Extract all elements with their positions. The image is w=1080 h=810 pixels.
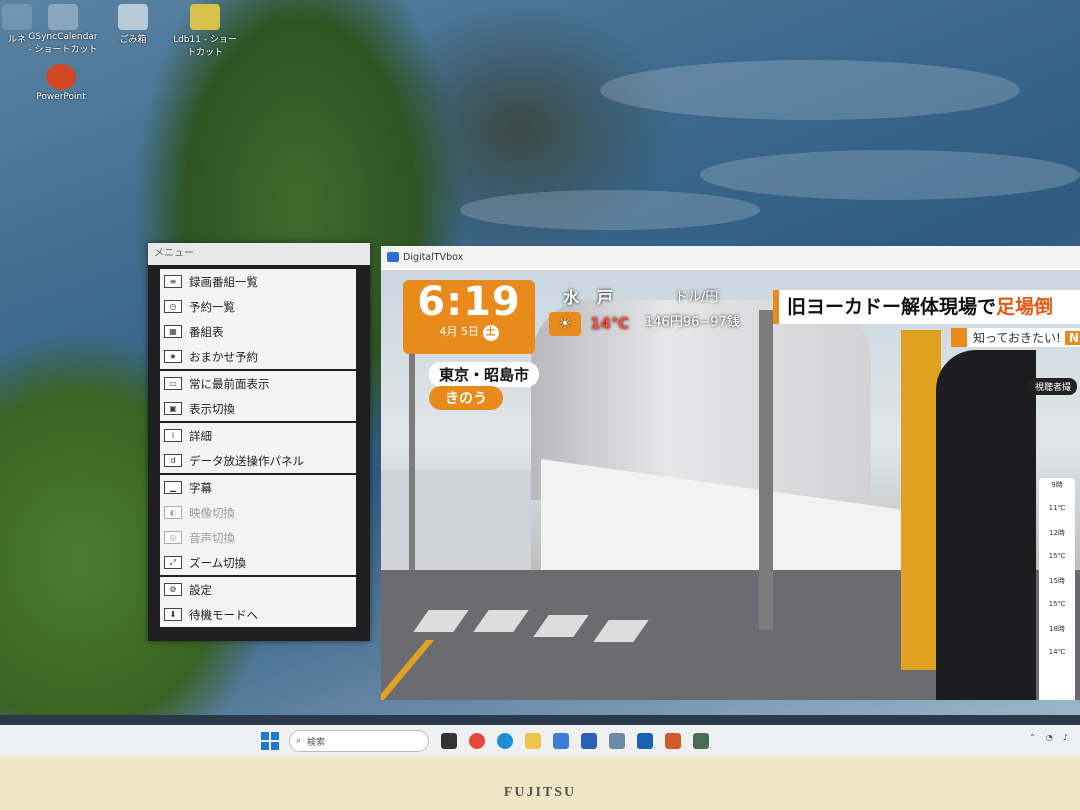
menu-item-auto-reserve[interactable]: ★ おまかせ予約 bbox=[160, 344, 356, 369]
gear-icon: ⚙ bbox=[164, 583, 182, 596]
folder-icon[interactable] bbox=[525, 733, 541, 749]
zoom-icon: ⤢ bbox=[164, 556, 182, 569]
menu-item-audio-switch[interactable]: ◎ 音声切換 bbox=[160, 525, 356, 550]
taskbar-search[interactable]: ⌕ 検索 bbox=[289, 730, 429, 752]
menu-group-av: ▁ 字幕 ◐ 映像切換 ◎ 音声切換 ⤢ ズーム切換 bbox=[160, 475, 356, 577]
chevron-up-icon[interactable]: ⌃ bbox=[1029, 733, 1036, 742]
windows-start-icon[interactable] bbox=[261, 732, 279, 750]
tv-video[interactable]: 6:19 4月 5日 土 水戸 ☀ 14℃ ドル/円 146円96−97銭 東京… bbox=[381, 270, 1080, 700]
menu-group-display: ▭ 常に最前面表示 ▣ 表示切換 bbox=[160, 371, 356, 423]
taskbar: ⌕ 検索 ⌃ ◔ ♪ bbox=[0, 725, 1080, 757]
new-badge: NEW bbox=[1064, 331, 1080, 345]
tv-window: DigitalTVbox 6:19 4月 5日 土 水戸 ☀ 14℃ ドル/円 … bbox=[381, 246, 1080, 700]
calendar-icon bbox=[48, 4, 78, 30]
menu-item-reservation-list[interactable]: ◷ 予約一覧 bbox=[160, 294, 356, 319]
desktop-icon-ldb11[interactable]: Ldb11 - ショートカット bbox=[170, 4, 240, 58]
tv-window-titlebar[interactable]: DigitalTVbox bbox=[381, 246, 1080, 268]
menu-title: メニュー bbox=[148, 243, 370, 265]
fx-label: ドル/円 bbox=[675, 290, 719, 305]
volume-icon[interactable]: ♪ bbox=[1063, 733, 1068, 742]
exchange-rate-overlay: ドル/円 146円96−97銭 bbox=[645, 286, 740, 330]
utility-pole bbox=[759, 310, 773, 630]
fx-rate: 146円96−97銭 bbox=[645, 315, 740, 330]
hourly-forecast-panel: 9時 11℃ 12時 15℃ 15時 15℃ 18時 14℃ bbox=[1039, 478, 1075, 700]
menu-item-recorded-list[interactable]: ≡ 録画番組一覧 bbox=[160, 269, 356, 294]
tv-menu-panel: メニュー ≡ 録画番組一覧 ◷ 予約一覧 ▦ 番組表 ★ おまかせ予約 ▭ 常に… bbox=[148, 243, 370, 641]
tv-icon[interactable] bbox=[637, 733, 653, 749]
data-broadcast-icon: d bbox=[164, 454, 182, 467]
display-switch-icon: ▣ bbox=[164, 402, 182, 415]
recorded-list-icon: ≡ bbox=[164, 275, 182, 288]
calendar-icon[interactable] bbox=[581, 733, 597, 749]
monitor-brand-logo: FUJITSU bbox=[503, 785, 577, 800]
tv-app-icon bbox=[387, 252, 399, 262]
system-tray[interactable]: ⌃ ◔ ♪ bbox=[1029, 733, 1068, 742]
menu-item-subtitles[interactable]: ▁ 字幕 bbox=[160, 475, 356, 500]
file-explorer-icon[interactable] bbox=[441, 733, 457, 749]
network-icon[interactable]: ◔ bbox=[1046, 733, 1053, 742]
weekday-badge: 土 bbox=[482, 325, 499, 341]
menu-item-standby[interactable]: ⬇ 待機モードへ bbox=[160, 602, 356, 627]
time-display: 6:19 bbox=[417, 279, 521, 325]
standby-icon: ⬇ bbox=[164, 608, 182, 621]
location-label: 東京・昭島市 bbox=[429, 362, 540, 387]
clock-overlay: 6:19 4月 5日 土 bbox=[403, 280, 535, 354]
store-icon[interactable] bbox=[693, 733, 709, 749]
utility-pole bbox=[409, 350, 415, 570]
menu-item-program-guide[interactable]: ▦ 番組表 bbox=[160, 319, 356, 344]
desktop-icon-powerpoint[interactable]: PowerPoint bbox=[26, 64, 96, 102]
weather-sun-cloud-icon: ☀ bbox=[549, 312, 581, 336]
menu-item-always-on-top[interactable]: ▭ 常に最前面表示 bbox=[160, 371, 356, 396]
weather-temp: 14℃ bbox=[590, 314, 630, 333]
menu-item-settings[interactable]: ⚙ 設定 bbox=[160, 577, 356, 602]
menu-item-video-switch[interactable]: ◐ 映像切換 bbox=[160, 500, 356, 525]
menu-list: ≡ 録画番組一覧 ◷ 予約一覧 ▦ 番組表 ★ おまかせ予約 ▭ 常に最前面表示 bbox=[160, 269, 356, 627]
menu-group-recording: ≡ 録画番組一覧 ◷ 予約一覧 ▦ 番組表 ★ おまかせ予約 bbox=[160, 269, 356, 371]
video-switch-icon: ◐ bbox=[164, 506, 182, 519]
info-icon: i bbox=[164, 429, 182, 442]
chrome-icon[interactable] bbox=[469, 733, 485, 749]
viewer-footage-label: 視聴者撮 bbox=[1029, 378, 1078, 395]
audio-switch-icon: ◎ bbox=[164, 531, 182, 544]
menu-item-display-switch[interactable]: ▣ 表示切換 bbox=[160, 396, 356, 421]
weather-city: 水戸 bbox=[563, 288, 632, 307]
building-left bbox=[381, 470, 531, 580]
menu-item-details[interactable]: i 詳細 bbox=[160, 423, 356, 448]
weather-overlay: 水戸 ☀ 14℃ bbox=[549, 284, 631, 336]
mail-icon[interactable] bbox=[553, 733, 569, 749]
date-display: 4月 5日 土 bbox=[403, 324, 535, 341]
menu-group-info: i 詳細 d データ放送操作パネル bbox=[160, 423, 356, 475]
always-on-top-icon: ▭ bbox=[164, 377, 182, 390]
tv-window-title: DigitalTVbox bbox=[403, 251, 464, 263]
menu-item-zoom[interactable]: ⤢ ズーム切換 bbox=[160, 550, 356, 575]
monitor-bezel: FUJITSU bbox=[0, 757, 1080, 810]
powerpoint-icon bbox=[46, 64, 76, 90]
yesterday-tag: きのう bbox=[429, 386, 503, 410]
edge-icon[interactable] bbox=[497, 733, 513, 749]
program-guide-icon: ▦ bbox=[164, 325, 182, 338]
desktop-icon-gsynccalendar[interactable]: GSyncCalendar - ショートカット bbox=[28, 4, 98, 55]
subtitles-icon: ▁ bbox=[164, 481, 182, 494]
news-subhead: 知っておきたい!NEW bbox=[951, 328, 1080, 347]
foreground-dark-object bbox=[936, 350, 1036, 700]
menu-group-system: ⚙ 設定 ⬇ 待機モードへ bbox=[160, 577, 356, 627]
menu-item-data-broadcast-panel[interactable]: d データ放送操作パネル bbox=[160, 448, 356, 473]
search-icon: ⌕ bbox=[296, 736, 302, 746]
recycle-bin-icon bbox=[118, 4, 148, 30]
app-icon bbox=[190, 4, 220, 30]
desktop-icon-recycle-bin[interactable]: ごみ箱 bbox=[98, 4, 168, 45]
reservation-list-icon: ◷ bbox=[164, 300, 182, 313]
yellow-post bbox=[901, 330, 941, 670]
pen-icon[interactable] bbox=[609, 733, 625, 749]
news-headline: 旧ヨーカドー解体現場で足場倒 bbox=[773, 290, 1080, 324]
auto-reserve-icon: ★ bbox=[164, 350, 182, 363]
app-icon[interactable] bbox=[665, 733, 681, 749]
